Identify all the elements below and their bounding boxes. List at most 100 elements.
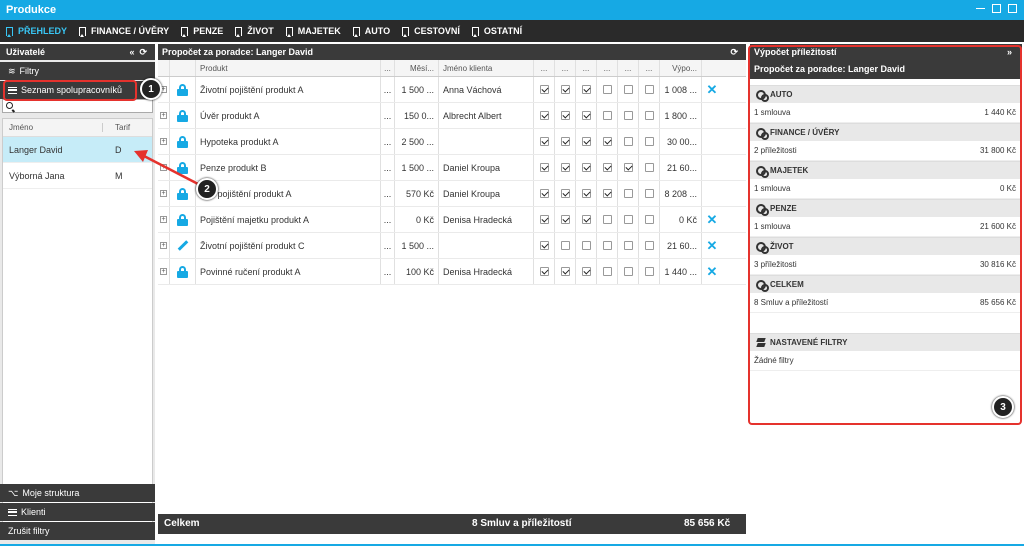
- row-checkbox[interactable]: [560, 85, 570, 94]
- my-structure-button[interactable]: ⌥ Moje struktura: [0, 484, 155, 502]
- close-window-icon[interactable]: [1008, 4, 1017, 13]
- col-tariff-header[interactable]: Tarif: [103, 123, 130, 132]
- row-checkbox[interactable]: [560, 241, 570, 250]
- clear-filters-button[interactable]: Zrušit filtry: [0, 522, 155, 540]
- table-row[interactable]: +Penze produkt B...1 500 ...Daniel Kroup…: [158, 155, 746, 181]
- row-checkbox[interactable]: [560, 189, 570, 198]
- row-checkbox[interactable]: [623, 137, 633, 146]
- remove-icon[interactable]: ✕: [707, 212, 718, 228]
- col-check-header[interactable]: ...: [597, 60, 618, 76]
- row-checkbox[interactable]: [539, 111, 549, 120]
- row-checkbox[interactable]: [581, 163, 591, 172]
- row-checkbox[interactable]: [539, 215, 549, 224]
- collapse-refresh-icons[interactable]: « ⟳: [129, 47, 147, 58]
- row-checkbox[interactable]: [539, 163, 549, 172]
- row-checkbox[interactable]: [602, 85, 612, 94]
- row-checkbox[interactable]: [560, 267, 570, 276]
- row-checkbox[interactable]: [623, 163, 633, 172]
- user-search-input[interactable]: [2, 99, 153, 113]
- table-row[interactable]: + ...ní pojištění produkt A... 570 Kč Danie…: [158, 181, 746, 207]
- edit-icon[interactable]: [177, 240, 188, 251]
- row-checkbox[interactable]: [644, 241, 654, 250]
- col-check-header[interactable]: ...: [555, 60, 576, 76]
- row-checkbox[interactable]: [644, 85, 654, 94]
- nav-tab-3[interactable]: ŽIVOT: [235, 26, 274, 37]
- row-checkbox[interactable]: [539, 189, 549, 198]
- col-monthly-header[interactable]: Měsí...: [395, 60, 439, 76]
- nav-tab-1[interactable]: FINANCE / ÚVĚRY: [79, 26, 169, 37]
- row-checkbox[interactable]: [581, 85, 591, 94]
- row-checkbox[interactable]: [602, 267, 612, 276]
- nav-tab-6[interactable]: CESTOVNÍ: [402, 26, 460, 37]
- row-checkbox[interactable]: [560, 137, 570, 146]
- col-product-header[interactable]: Produkt: [196, 60, 381, 76]
- row-checkbox[interactable]: [602, 189, 612, 198]
- col-name-header[interactable]: Jméno: [3, 123, 103, 132]
- table-row[interactable]: + Povinné ručení produkt A... 100 Kč Denisa…: [158, 259, 746, 285]
- row-checkbox[interactable]: [602, 137, 612, 146]
- nav-tab-4[interactable]: MAJETEK: [285, 26, 341, 37]
- row-checkbox[interactable]: [581, 189, 591, 198]
- col-client-header[interactable]: Jméno klienta: [439, 60, 534, 76]
- table-row[interactable]: + Úvěr produkt A... 150 0... Albrecht Alber…: [158, 103, 746, 129]
- row-checkbox[interactable]: [644, 137, 654, 146]
- row-checkbox[interactable]: [539, 137, 549, 146]
- col-calc-header[interactable]: Výpo...: [660, 60, 702, 76]
- row-checkbox[interactable]: [581, 267, 591, 276]
- row-checkbox[interactable]: [539, 267, 549, 276]
- expand-icon[interactable]: +: [160, 242, 167, 249]
- table-row[interactable]: + Pojištění majetku produkt A... 0 Kč Denis…: [158, 207, 746, 233]
- row-checkbox[interactable]: [560, 111, 570, 120]
- row-checkbox[interactable]: [581, 137, 591, 146]
- table-row[interactable]: + Hypoteka produkt A... 2 500 ... 30 00...: [158, 129, 746, 155]
- row-checkbox[interactable]: [602, 163, 612, 172]
- table-row[interactable]: + Životní pojištění produkt A... 1 500 ...…: [158, 77, 746, 103]
- remove-icon[interactable]: ✕: [707, 82, 718, 98]
- nav-tab-5[interactable]: AUTO: [352, 26, 390, 37]
- nav-tab-2[interactable]: PENZE: [181, 26, 223, 37]
- row-checkbox[interactable]: [602, 241, 612, 250]
- row-checkbox[interactable]: [623, 189, 633, 198]
- col-dots-header[interactable]: ...: [381, 60, 395, 76]
- row-checkbox[interactable]: [623, 85, 633, 94]
- row-checkbox[interactable]: [644, 189, 654, 198]
- row-checkbox[interactable]: [560, 215, 570, 224]
- col-check-header[interactable]: ...: [534, 60, 555, 76]
- row-checkbox[interactable]: [581, 215, 591, 224]
- nav-tab-0[interactable]: PŘEHLEDY: [6, 26, 67, 37]
- remove-icon[interactable]: ✕: [707, 264, 718, 280]
- row-checkbox[interactable]: [581, 241, 591, 250]
- table-row[interactable]: + Životní pojištění produkt C... 1 500 ...…: [158, 233, 746, 259]
- refresh-icon[interactable]: ⟳: [730, 47, 738, 58]
- lock-icon[interactable]: [177, 83, 188, 96]
- col-check-header[interactable]: ...: [618, 60, 639, 76]
- remove-icon[interactable]: ✕: [707, 238, 718, 254]
- row-checkbox[interactable]: [644, 163, 654, 172]
- row-checkbox[interactable]: [623, 241, 633, 250]
- clients-button[interactable]: Klienti: [0, 503, 155, 521]
- row-checkbox[interactable]: [539, 85, 549, 94]
- row-checkbox[interactable]: [623, 267, 633, 276]
- lock-icon[interactable]: [177, 213, 188, 226]
- row-checkbox[interactable]: [602, 215, 612, 224]
- nav-tab-7[interactable]: OSTATNÍ: [471, 26, 522, 37]
- row-checkbox[interactable]: [644, 215, 654, 224]
- row-checkbox[interactable]: [644, 111, 654, 120]
- row-checkbox[interactable]: [560, 163, 570, 172]
- col-check-header[interactable]: ...: [576, 60, 597, 76]
- row-checkbox[interactable]: [602, 111, 612, 120]
- filters-button[interactable]: ≋ Filtry: [0, 62, 155, 80]
- lock-icon[interactable]: [177, 109, 188, 122]
- row-checkbox[interactable]: [581, 111, 591, 120]
- row-checkbox[interactable]: [539, 241, 549, 250]
- expand-icon[interactable]: +: [160, 268, 167, 275]
- minimize-icon[interactable]: [976, 8, 985, 10]
- row-checkbox[interactable]: [644, 267, 654, 276]
- expand-icon[interactable]: +: [160, 216, 167, 223]
- row-checkbox[interactable]: [623, 215, 633, 224]
- col-check-header[interactable]: ...: [639, 60, 660, 76]
- lock-icon[interactable]: [177, 265, 188, 278]
- restore-icon[interactable]: [992, 4, 1001, 13]
- row-checkbox[interactable]: [623, 111, 633, 120]
- expand-icon[interactable]: +: [160, 112, 167, 119]
